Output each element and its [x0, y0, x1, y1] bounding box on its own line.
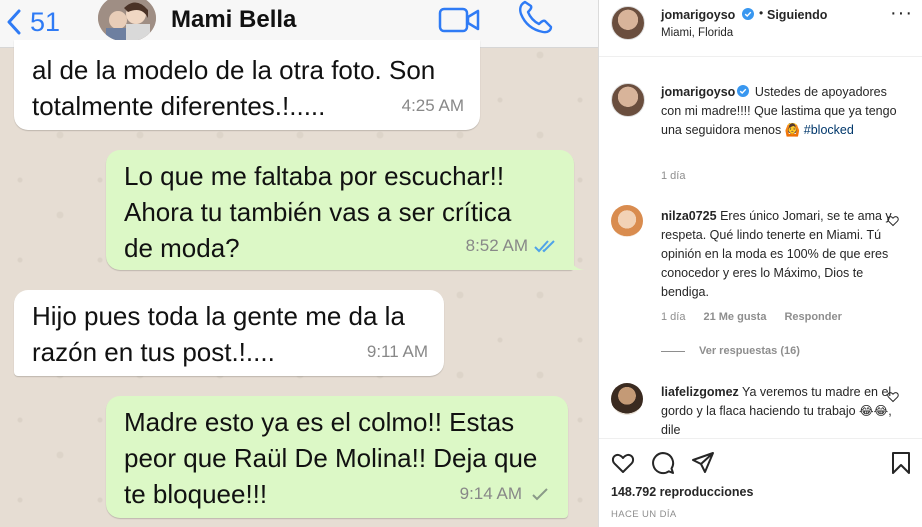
- contact-avatar[interactable]: [98, 0, 156, 42]
- verified-badge-icon: [737, 85, 750, 97]
- message-meta: 9:14 AM: [460, 476, 552, 512]
- like-comment-heart-icon[interactable]: [887, 391, 899, 403]
- comment: nilza0725 Eres único Jomari, se te ama y…: [661, 207, 911, 302]
- message-time: 9:14 AM: [459, 484, 522, 503]
- double-check-read-icon: [534, 240, 555, 253]
- caption-avatar[interactable]: [611, 83, 645, 117]
- message-incoming[interactable]: Hijo pues toda la gente me da la razón e…: [14, 290, 444, 376]
- message-meta: 9:11 AM: [367, 334, 428, 370]
- message-time: 4:25 AM: [401, 96, 464, 115]
- message-meta: 4:25 AM: [402, 88, 464, 124]
- post-caption: jomarigoyso Ustedes de apoyadores con mi…: [661, 83, 901, 140]
- message-time: 8:52 AM: [465, 236, 528, 255]
- message-text: al de la modelo de la otra foto. Son tot…: [32, 55, 436, 121]
- comment-bubble-icon[interactable]: [651, 451, 675, 475]
- caption-time[interactable]: 1 día: [661, 170, 685, 182]
- post-action-bar: 148.792 reproducciones HACE UN DÍA: [599, 438, 922, 527]
- whatsapp-screenshot: 51 Mami Bella al de la modelo de la otra…: [0, 0, 598, 527]
- comment-actions: 1 día 21 Me gusta Responder: [661, 311, 842, 323]
- phone-icon[interactable]: [517, 0, 553, 34]
- message-outgoing[interactable]: Lo que me faltaba por escuchar!! Ahora t…: [106, 150, 584, 270]
- video-call-icon[interactable]: [438, 6, 480, 34]
- contact-name[interactable]: Mami Bella: [171, 6, 296, 34]
- share-send-icon[interactable]: [691, 451, 715, 475]
- like-heart-icon[interactable]: [611, 451, 635, 475]
- message-time: 9:11 AM: [366, 342, 428, 361]
- commenter-avatar[interactable]: [611, 205, 643, 237]
- view-count[interactable]: 148.792 reproducciones: [611, 485, 753, 499]
- reply-button[interactable]: Responder: [784, 311, 841, 323]
- view-replies-label: Ver respuestas (16): [699, 345, 800, 357]
- author-avatar[interactable]: [611, 6, 645, 40]
- more-options-icon[interactable]: ···: [890, 2, 913, 25]
- save-bookmark-icon[interactable]: [889, 451, 913, 475]
- message-meta: 8:52 AM: [466, 228, 558, 264]
- view-replies-button[interactable]: Ver respuestas (16): [661, 345, 800, 357]
- hashtag-link[interactable]: #blocked: [804, 123, 854, 137]
- replies-divider: [661, 350, 685, 352]
- message-outgoing[interactable]: Madre esto ya es el colmo!! Estas peor q…: [106, 396, 568, 518]
- caption-username[interactable]: jomarigoyso: [661, 85, 735, 99]
- comment-likes[interactable]: 21 Me gusta: [703, 311, 766, 323]
- message-incoming[interactable]: al de la modelo de la otra foto. Son tot…: [14, 40, 480, 130]
- verified-badge-icon: [742, 8, 754, 20]
- back-button[interactable]: 51: [6, 4, 60, 40]
- follow-status-button[interactable]: Siguiendo: [767, 8, 827, 22]
- comment-username[interactable]: nilza0725: [661, 209, 717, 223]
- separator-dot: •: [759, 6, 764, 20]
- comment-time[interactable]: 1 día: [661, 311, 685, 323]
- chevron-left-icon: [7, 9, 21, 35]
- like-comment-heart-icon[interactable]: [887, 215, 899, 227]
- single-check-icon: [532, 488, 548, 501]
- post-header: jomarigoyso • Siguiendo Miami, Florida ·…: [599, 0, 922, 57]
- post-location[interactable]: Miami, Florida: [661, 27, 733, 39]
- comment-username[interactable]: liafelizgomez: [661, 385, 739, 399]
- post-date[interactable]: HACE UN DÍA: [611, 509, 677, 520]
- unread-count: 51: [30, 6, 61, 37]
- comment: liafelizgomez Ya veremos tu madre en el …: [661, 383, 911, 440]
- caption-emoji: 🙆: [784, 123, 801, 137]
- author-username[interactable]: jomarigoyso: [661, 8, 735, 22]
- commenter-avatar[interactable]: [611, 383, 643, 415]
- instagram-sidebar: jomarigoyso • Siguiendo Miami, Florida ·…: [598, 0, 922, 527]
- bubble-tail: [568, 252, 584, 270]
